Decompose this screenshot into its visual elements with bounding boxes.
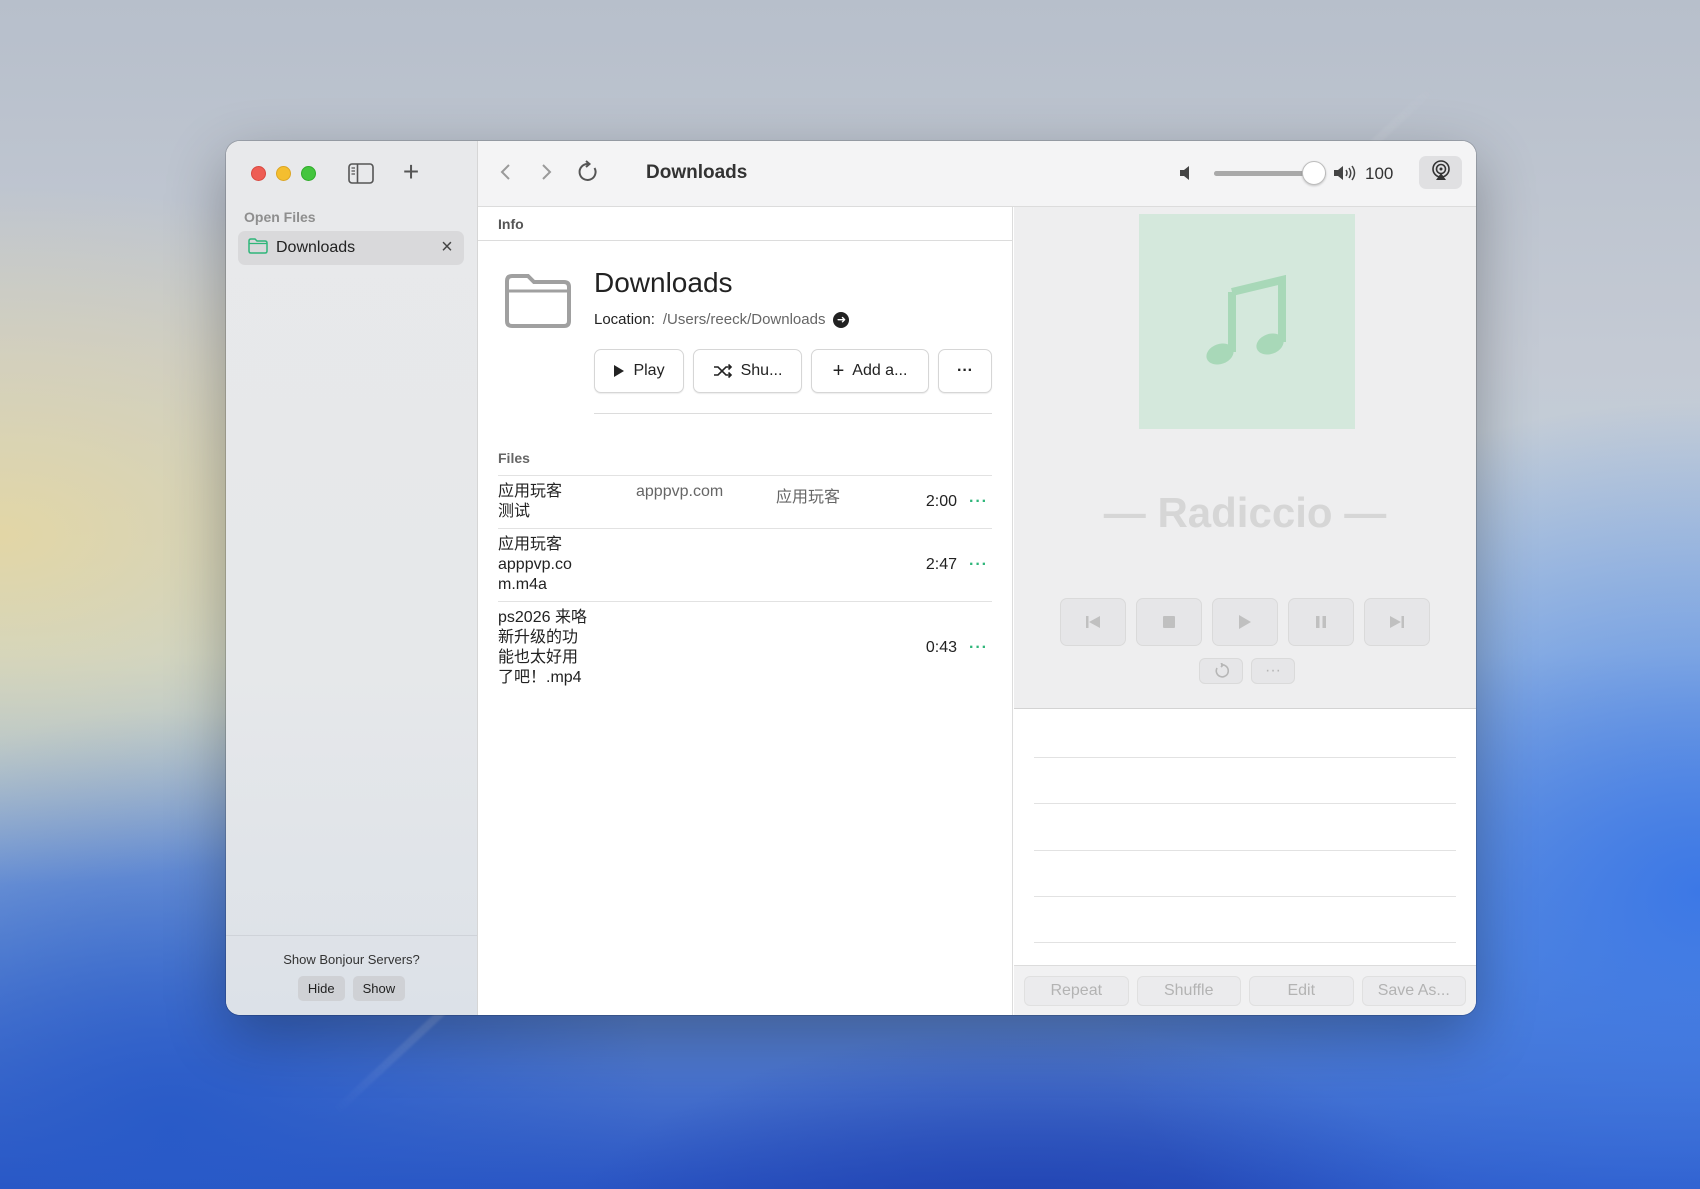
play-button[interactable] — [1212, 598, 1278, 646]
edit-button[interactable]: Edit — [1249, 976, 1354, 1006]
file-artist: apppvp.com — [636, 483, 724, 500]
zoom-window-button[interactable] — [301, 166, 316, 181]
queue-list — [1014, 710, 1476, 965]
divider — [594, 413, 992, 414]
location-label: Location: — [594, 311, 655, 328]
close-icon[interactable]: × — [438, 237, 456, 257]
location-path[interactable]: /Users/reeck/Downloads — [663, 311, 826, 328]
shuffle-button[interactable]: Shu... — [693, 349, 802, 393]
queue-row-divider — [1034, 850, 1456, 851]
next-icon — [1390, 616, 1404, 628]
sidebar-section-title: Open Files — [244, 209, 316, 225]
file-row[interactable]: 应用玩客 测试 apppvp.com 应用玩客 2:00 ··· — [498, 475, 992, 528]
add-icon[interactable]: + — [398, 158, 424, 186]
file-more-button[interactable]: ··· — [969, 556, 988, 574]
location-row: Location: /Users/reeck/Downloads ➜ — [594, 311, 850, 328]
reload-icon[interactable] — [574, 158, 602, 186]
file-album: 应用玩客 — [776, 489, 841, 506]
replay-button[interactable] — [1199, 658, 1243, 684]
volume-high-icon — [1333, 163, 1357, 183]
plus-icon: + — [832, 360, 845, 382]
more-icon: ··· — [957, 362, 973, 379]
add-button[interactable]: + Add a... — [811, 349, 929, 393]
volume-low-icon — [1178, 163, 1194, 183]
shuffle-button[interactable]: Shuffle — [1136, 976, 1241, 1006]
music-note-icon — [1206, 274, 1286, 365]
forward-icon[interactable] — [532, 158, 560, 186]
player-more-button[interactable]: ··· — [1251, 658, 1295, 684]
folder-icon — [504, 273, 572, 329]
files-header: Files — [498, 450, 530, 466]
sidebar-item-downloads[interactable]: Downloads × — [238, 231, 464, 265]
sidebar-toggle-icon[interactable] — [348, 163, 374, 184]
save-as-button[interactable]: Save As... — [1361, 976, 1466, 1006]
repeat-button[interactable]: Repeat — [1024, 976, 1129, 1006]
playlist-bottom-bar: Repeat Shuffle Edit Save As... — [1014, 965, 1476, 1015]
stop-icon — [1163, 616, 1175, 628]
more-icon: ··· — [1265, 662, 1281, 679]
transport-controls — [1060, 598, 1430, 646]
add-button-label: Add a... — [852, 362, 908, 379]
hide-button[interactable]: Hide — [297, 976, 345, 1001]
file-name: ps2026 来咯 新升级的功 能也太好用 了吧！.mp4 — [498, 609, 587, 686]
stop-button[interactable] — [1136, 598, 1202, 646]
queue-row-divider — [1034, 942, 1456, 943]
queue-row-divider — [1034, 803, 1456, 804]
file-name: 应用玩客 测试 — [498, 483, 563, 520]
secondary-controls: ··· — [1199, 658, 1295, 684]
more-button[interactable]: ··· — [938, 349, 992, 393]
show-button[interactable]: Show — [352, 976, 406, 1001]
play-button-label: Play — [633, 362, 665, 379]
bonjour-question: Show Bonjour Servers? — [283, 952, 420, 967]
file-more-button[interactable]: ··· — [969, 493, 988, 511]
volume-value: 100 — [1365, 164, 1394, 183]
toolbar-title: Downloads — [646, 162, 748, 183]
bonjour-footer: Show Bonjour Servers? Hide Show — [226, 935, 477, 1015]
album-art — [1139, 214, 1355, 429]
play-icon — [614, 365, 625, 377]
queue-row-divider — [1034, 757, 1456, 758]
info-header: Info — [478, 207, 1012, 241]
folder-icon — [248, 237, 268, 259]
shuffle-button-label: Shu... — [740, 362, 783, 379]
volume-slider-knob[interactable] — [1302, 161, 1326, 185]
now-playing-title: — Radiccio — — [1103, 489, 1387, 536]
window-controls — [251, 166, 316, 181]
file-row[interactable]: ps2026 来咯 新升级的功 能也太好用 了吧！.mp4 0:43 ··· — [498, 601, 992, 694]
shuffle-icon — [713, 363, 732, 379]
queue-row-divider — [1034, 896, 1456, 897]
file-duration: 0:43 — [925, 639, 957, 656]
sidebar: + Open Files Downloads × Show Bonjour Se… — [226, 141, 478, 1015]
info-panel: Info Downloads Location: /Users/reeck/Do… — [478, 207, 1013, 1015]
play-button[interactable]: Play — [594, 349, 684, 393]
toolbar: Downloads 100 — [478, 141, 1476, 207]
pause-button[interactable] — [1288, 598, 1354, 646]
airplay-button[interactable] — [1419, 156, 1462, 189]
info-actions: Play Shu... + Add a... ··· — [594, 349, 992, 393]
info-title: Downloads — [594, 267, 733, 298]
app-window: + Open Files Downloads × Show Bonjour Se… — [226, 141, 1476, 1015]
play-icon — [1239, 615, 1251, 629]
file-name: 应用玩客 apppvp.co m.m4a — [498, 536, 572, 593]
back-icon[interactable] — [492, 158, 520, 186]
minimize-window-button[interactable] — [276, 166, 291, 181]
airplay-icon — [1430, 159, 1452, 186]
files-list: 应用玩客 测试 apppvp.com 应用玩客 2:00 ··· 应用玩客 apppvp.… — [498, 475, 992, 694]
file-duration: 2:00 — [925, 493, 957, 510]
replay-icon — [1215, 663, 1229, 678]
sidebar-item-label: Downloads — [276, 239, 356, 256]
file-duration: 2:47 — [925, 556, 957, 573]
main-area: Downloads 100 Info Downloads Location: /… — [478, 141, 1476, 1015]
close-window-button[interactable] — [251, 166, 266, 181]
file-more-button[interactable]: ··· — [969, 639, 988, 657]
file-row[interactable]: 应用玩客 apppvp.co m.m4a 2:47 ··· — [498, 528, 992, 601]
previous-button[interactable] — [1060, 598, 1126, 646]
next-button[interactable] — [1364, 598, 1430, 646]
reveal-arrow-icon[interactable]: ➜ — [833, 311, 850, 328]
pause-icon — [1316, 616, 1326, 628]
player-panel: — Radiccio — ··· — [1014, 207, 1476, 709]
previous-icon — [1086, 616, 1100, 628]
